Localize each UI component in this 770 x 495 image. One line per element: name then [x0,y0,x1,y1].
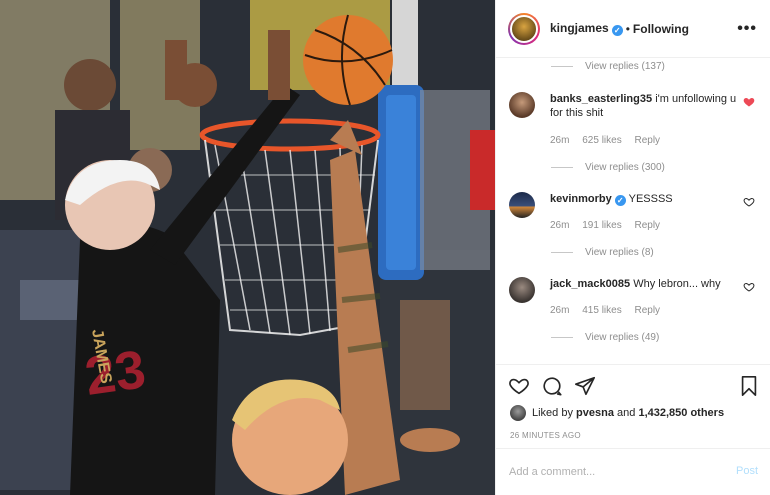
view-replies-button[interactable]: View replies (137) [551,61,665,72]
comments-list[interactable]: View replies (137) banks_easterling35 i'… [496,58,770,364]
header-separator: • [625,21,630,36]
bookmark-icon[interactable] [738,375,760,397]
post-actions: Liked by pvesna and 1,432,850 others 26 … [496,364,770,460]
comment-icon[interactable] [541,375,563,397]
comment-likes-link[interactable]: 191 likes [582,220,621,231]
comment-text: kevinmorby ✓ YESSSS [550,193,673,206]
view-replies-button[interactable]: View replies (8) [551,247,654,258]
commenter-avatar[interactable] [509,277,535,303]
post-image-scene: 23 JAMES [0,0,495,495]
share-icon[interactable] [574,375,596,397]
comment-item: kevinmorby ✓ YESSSS 26m 191 likes Reply V… [509,192,759,262]
commenter-username[interactable]: jack_mack0085 [550,278,630,290]
follow-status-button[interactable]: Following [633,22,689,36]
heart-icon[interactable] [743,281,755,293]
reply-button[interactable]: Reply [634,135,660,146]
author-username[interactable]: kingjames ✓ [550,21,623,36]
liker-username[interactable]: pvesna [576,407,614,419]
comment-text: jack_mack0085 Why lebron... why [550,278,721,290]
post-photo[interactable]: 23 JAMES [0,0,495,495]
comment-text: banks_easterling35 i'm unfollowing u for… [550,93,737,119]
more-options-icon[interactable]: ••• [737,20,757,38]
view-replies-button[interactable]: View replies (49) [551,332,659,343]
heart-icon[interactable] [743,96,755,108]
post-timestamp[interactable]: 26 MINUTES AGO [510,431,581,440]
comment-likes-link[interactable]: 415 likes [582,305,621,316]
liker-avatar[interactable] [510,405,526,421]
likes-count-link[interactable]: 1,432,850 others [638,407,724,419]
reply-button[interactable]: Reply [634,305,660,316]
comment-item: jack_mack0085 Why lebron... why 26m 415 … [509,277,759,352]
comment-meta: 26m 625 likes Reply [550,135,661,146]
commenter-avatar[interactable] [509,92,535,118]
commenter-username[interactable]: kevinmorby ✓ [550,193,626,206]
comment-meta: 26m 415 likes Reply [550,305,661,316]
view-replies-button[interactable]: View replies (300) [551,162,665,173]
commenter-avatar[interactable] [509,192,535,218]
comment-likes-link[interactable]: 625 likes [582,135,621,146]
post-header: kingjames ✓ • Following ••• [496,0,770,58]
author-avatar[interactable] [508,12,540,45]
likes-summary: Liked by pvesna and 1,432,850 others [510,405,724,421]
commenter-username[interactable]: banks_easterling35 [550,93,652,105]
heart-icon[interactable] [743,196,755,208]
reply-button[interactable]: Reply [634,220,660,231]
verified-badge-icon: ✓ [614,195,626,206]
post-sidebar: kingjames ✓ • Following ••• View replies … [495,0,770,495]
heart-icon[interactable] [508,375,530,397]
post-comment-button[interactable]: Post [736,465,758,477]
comment-input[interactable] [509,464,709,480]
comment-meta: 26m 191 likes Reply [550,220,661,231]
comment-item: banks_easterling35 i'm unfollowing u for… [509,92,759,182]
verified-badge-icon: ✓ [611,25,623,36]
add-comment-bar: Post [496,448,770,495]
